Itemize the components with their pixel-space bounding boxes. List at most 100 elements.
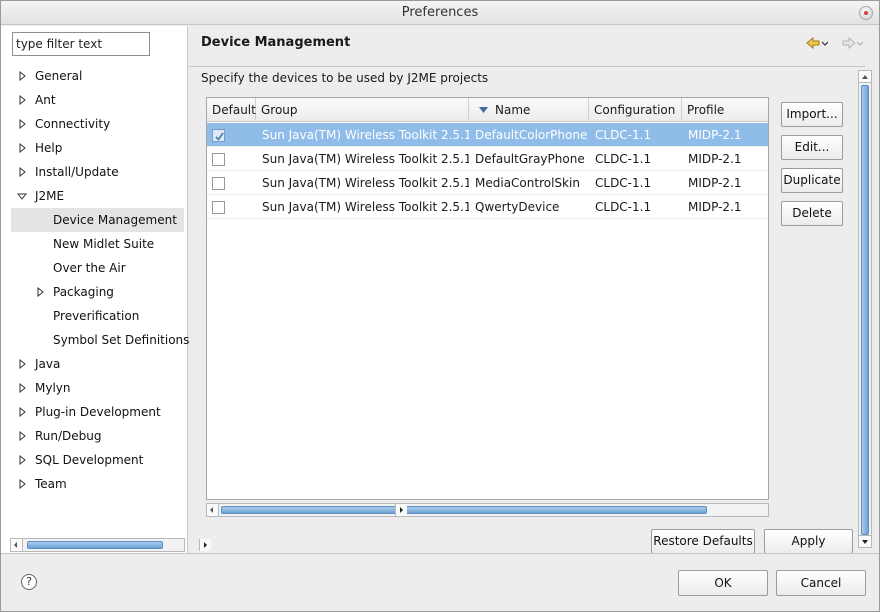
tree-item[interactable]: Ant: [1, 88, 188, 112]
apply-button[interactable]: Apply: [764, 529, 853, 554]
tree-item[interactable]: Team: [1, 472, 188, 496]
delete-button[interactable]: Delete: [781, 201, 843, 226]
page-scroll-thumb[interactable]: [861, 85, 869, 535]
default-checkbox[interactable]: [212, 177, 225, 190]
sort-descending-icon: [479, 107, 488, 113]
collapsed-arrow-icon[interactable]: [17, 448, 27, 472]
tree-item[interactable]: Packaging: [1, 280, 188, 304]
tree-item[interactable]: Run/Debug: [1, 424, 188, 448]
table-scroll-right-button[interactable]: [395, 504, 407, 516]
tree-item-row[interactable]: Ant: [11, 88, 184, 112]
tree-item[interactable]: J2ME: [1, 184, 188, 208]
close-window-button[interactable]: [859, 6, 873, 20]
tree-item-label: Over the Air: [53, 261, 126, 275]
column-group[interactable]: Group: [256, 98, 469, 122]
table-row[interactable]: Sun Java(TM) Wireless Toolkit 2.5.1 Defau…: [207, 123, 768, 147]
tree-item[interactable]: Plug-in Development: [1, 400, 188, 424]
collapsed-arrow-icon[interactable]: [17, 160, 27, 184]
tree-item[interactable]: Install/Update: [1, 160, 188, 184]
page-vertical-scrollbar[interactable]: [858, 70, 872, 548]
default-checkbox[interactable]: [212, 201, 225, 214]
tree-item-row[interactable]: Device Management: [11, 208, 184, 232]
duplicate-button[interactable]: Duplicate: [781, 168, 843, 193]
table-scroll-thumb[interactable]: [221, 506, 707, 514]
default-checkbox[interactable]: [212, 153, 225, 166]
collapsed-arrow-icon[interactable]: [17, 424, 27, 448]
tree-item-row[interactable]: General: [11, 64, 184, 88]
title-bar: Preferences: [1, 1, 879, 25]
tree-item-label: Help: [35, 141, 63, 155]
tree-item-row[interactable]: Over the Air: [11, 256, 184, 280]
column-default[interactable]: Default: [207, 98, 256, 122]
tree-item[interactable]: Symbol Set Definitions: [1, 328, 189, 352]
group-cell: Sun Java(TM) Wireless Toolkit 2.5.1: [262, 152, 469, 166]
collapsed-arrow-icon[interactable]: [17, 112, 27, 136]
ok-button[interactable]: OK: [678, 570, 768, 596]
tree-item-row[interactable]: Java: [11, 352, 184, 376]
tree-horizontal-scrollbar[interactable]: [10, 538, 211, 552]
column-name[interactable]: Name: [469, 98, 589, 122]
tree-item[interactable]: Over the Air: [1, 256, 188, 280]
tree-item-label: Java: [35, 357, 61, 371]
tree-item[interactable]: Java: [1, 352, 188, 376]
tree-item[interactable]: New Midlet Suite: [1, 232, 188, 256]
tree-item-label: Plug-in Development: [35, 405, 161, 419]
column-configuration[interactable]: Configuration: [589, 98, 682, 122]
collapsed-arrow-icon[interactable]: [17, 88, 27, 112]
default-checkbox[interactable]: [212, 129, 225, 142]
expanded-arrow-icon[interactable]: [17, 184, 27, 208]
tree-scroll-thumb[interactable]: [27, 541, 163, 549]
default-cell: [207, 195, 256, 219]
scroll-down-button[interactable]: [859, 535, 871, 547]
table-horizontal-scrollbar[interactable]: [206, 503, 769, 517]
collapsed-arrow-icon[interactable]: [17, 400, 27, 424]
edit-button[interactable]: Edit...: [781, 135, 843, 160]
table-header: Default Group Name Configuration Profile: [207, 98, 768, 122]
tree-item-row[interactable]: J2ME: [11, 184, 184, 208]
tree-item-label: Team: [35, 477, 67, 491]
tree-item-row[interactable]: Team: [11, 472, 184, 496]
tree-item-row[interactable]: Help: [11, 136, 184, 160]
tree-item-row[interactable]: Plug-in Development: [11, 400, 184, 424]
tree-item-row[interactable]: Mylyn: [11, 376, 184, 400]
collapsed-arrow-icon[interactable]: [17, 472, 27, 496]
collapsed-arrow-icon[interactable]: [17, 136, 27, 160]
tree-item[interactable]: Connectivity: [1, 112, 188, 136]
tree-item[interactable]: Help: [1, 136, 188, 160]
tree-item-row[interactable]: Preverification: [11, 304, 184, 328]
table-row[interactable]: Sun Java(TM) Wireless Toolkit 2.5.1 Qwert…: [207, 195, 768, 219]
back-arrow-icon[interactable]: [806, 36, 829, 54]
tree-item-label: Device Management: [53, 213, 177, 227]
table-scroll-left-button[interactable]: [207, 504, 219, 516]
tree-item[interactable]: Mylyn: [1, 376, 188, 400]
collapsed-arrow-icon[interactable]: [35, 280, 45, 304]
tree-item[interactable]: Preverification: [1, 304, 188, 328]
scroll-up-button[interactable]: [859, 71, 871, 83]
tree-item-row[interactable]: SQL Development: [11, 448, 184, 472]
tree-item[interactable]: Device Management: [1, 208, 188, 232]
tree-item-row[interactable]: Run/Debug: [11, 424, 184, 448]
tree-item-row[interactable]: New Midlet Suite: [11, 232, 184, 256]
scroll-left-button[interactable]: [11, 539, 23, 551]
cancel-button[interactable]: Cancel: [776, 570, 866, 596]
collapsed-arrow-icon[interactable]: [17, 352, 27, 376]
tree-item-label: SQL Development: [35, 453, 144, 467]
configuration-cell: CLDC-1.1: [595, 176, 652, 190]
name-cell: DefaultColorPhone: [475, 128, 588, 142]
restore-defaults-button[interactable]: Restore Defaults: [651, 529, 755, 554]
forward-arrow-icon[interactable]: [842, 36, 864, 54]
tree-item-row[interactable]: Symbol Set Definitions: [11, 328, 189, 352]
tree-item-row[interactable]: Connectivity: [11, 112, 184, 136]
table-row[interactable]: Sun Java(TM) Wireless Toolkit 2.5.1 Media…: [207, 171, 768, 195]
tree-item-row[interactable]: Install/Update: [11, 160, 184, 184]
filter-input[interactable]: [12, 32, 150, 56]
tree-item-row[interactable]: Packaging: [11, 280, 184, 304]
tree-item[interactable]: General: [1, 64, 188, 88]
help-icon[interactable]: ?: [21, 574, 37, 590]
import-button[interactable]: Import...: [781, 102, 843, 127]
column-profile[interactable]: Profile: [682, 98, 768, 122]
collapsed-arrow-icon[interactable]: [17, 376, 27, 400]
collapsed-arrow-icon[interactable]: [17, 64, 27, 88]
tree-item[interactable]: SQL Development: [1, 448, 188, 472]
table-row[interactable]: Sun Java(TM) Wireless Toolkit 2.5.1 Defau…: [207, 147, 768, 171]
